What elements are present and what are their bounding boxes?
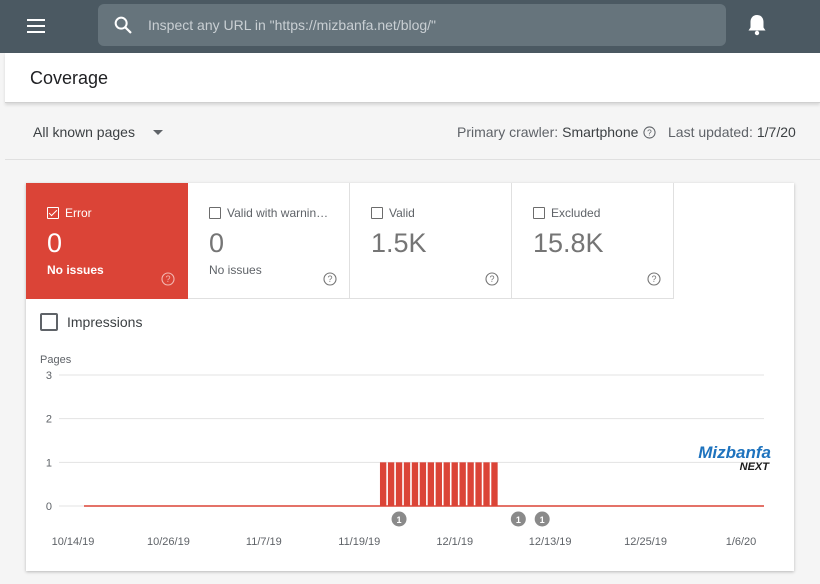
tile-label: Valid with warnin… [227, 206, 329, 220]
svg-text:?: ? [489, 274, 494, 284]
bar[interactable] [459, 462, 466, 506]
bar[interactable] [379, 462, 387, 506]
mizbanfa-watermark-logo: Mizbanfa NEXT [698, 443, 771, 473]
crawler-value: Smartphone [562, 124, 639, 140]
bar[interactable] [443, 462, 450, 506]
notifications-bell-icon[interactable] [745, 12, 769, 38]
x-tick-label: 11/7/19 [246, 536, 282, 548]
bar[interactable] [467, 462, 474, 506]
url-inspect-input[interactable] [148, 4, 708, 46]
page-filter-dropdown[interactable]: All known pages [33, 124, 163, 140]
tile-valid[interactable]: Valid 1.5K ? [350, 183, 512, 299]
bar[interactable] [491, 462, 498, 506]
x-tick-label: 1/6/20 [726, 536, 757, 548]
tile-checkbox[interactable] [371, 207, 383, 219]
bar[interactable] [435, 462, 442, 506]
search-icon[interactable] [112, 14, 134, 36]
x-tick-label: 10/14/19 [52, 536, 95, 548]
bar[interactable] [475, 462, 482, 506]
svg-text:?: ? [327, 274, 332, 284]
bar[interactable] [427, 462, 435, 506]
annotation-marker[interactable]: 1 [510, 511, 526, 527]
primary-crawler-info: Primary crawler: Smartphone ? [457, 124, 656, 140]
x-tick-label: 11/19/19 [338, 536, 380, 548]
tile-count: 1.5K [371, 228, 427, 258]
bar[interactable] [483, 462, 490, 506]
help-icon[interactable]: ? [323, 272, 337, 286]
url-inspect-search-box[interactable] [98, 4, 726, 46]
tile-count: 15.8K [533, 228, 604, 258]
watermark-line2: NEXT [740, 461, 771, 473]
x-tick-label: 12/13/19 [529, 536, 572, 548]
y-axis-label: Pages [40, 354, 72, 366]
y-tick-label: 0 [46, 501, 52, 513]
y-tick-label: 3 [46, 370, 52, 382]
help-icon[interactable]: ? [161, 272, 175, 286]
tile-label: Valid [389, 206, 415, 220]
y-tick-label: 2 [46, 414, 52, 426]
help-icon[interactable]: ? [485, 272, 499, 286]
bar[interactable] [451, 462, 458, 506]
annotation-marker[interactable]: 1 [534, 511, 550, 527]
tile-checkbox[interactable] [209, 207, 221, 219]
x-tick-label: 12/1/19 [436, 536, 473, 548]
tile-valid-with-warnings[interactable]: Valid with warnin… 0 No issues ? [188, 183, 350, 299]
tile-count: 0 [209, 228, 225, 258]
page-filter-value: All known pages [33, 124, 135, 140]
last-updated-info: Last updated: 1/7/20 [668, 124, 796, 140]
help-icon[interactable]: ? [647, 272, 661, 286]
updated-label: Last updated: [668, 124, 753, 140]
coverage-chart: Pages 0 1 2 3 1 1 1 10/14/19 10/26/19 11/7/19 11… [40, 354, 771, 548]
hamburger-menu-icon[interactable] [22, 14, 50, 38]
tile-count: 0 [47, 228, 63, 258]
updated-value: 1/7/20 [756, 124, 796, 140]
bar[interactable] [387, 462, 395, 506]
bar[interactable] [395, 462, 403, 506]
svg-text:1: 1 [516, 515, 521, 525]
tile-excluded[interactable]: Excluded 15.8K ? [512, 183, 674, 299]
status-tiles: Error 0 No issues ? Valid with warnin… 0… [26, 183, 674, 299]
page-title: Coverage [30, 68, 109, 88]
watermark-line1: Mizbanfa [698, 443, 771, 462]
tile-label: Error [65, 206, 92, 220]
annotation-marker[interactable]: 1 [391, 511, 407, 527]
svg-text:?: ? [648, 127, 653, 137]
x-tick-label: 10/26/19 [147, 536, 190, 548]
tile-subtitle: No issues [47, 263, 104, 277]
bar[interactable] [403, 462, 411, 506]
impressions-label: Impressions [67, 314, 143, 330]
top-app-bar [0, 0, 820, 53]
tile-checkbox[interactable] [533, 207, 545, 219]
tile-label: Excluded [551, 206, 601, 220]
page-header: Coverage [5, 53, 820, 103]
tile-checkbox[interactable] [47, 207, 59, 219]
help-icon[interactable]: ? [643, 125, 656, 139]
svg-text:1: 1 [397, 515, 402, 525]
x-tick-label: 12/25/19 [624, 536, 667, 548]
impressions-checkbox[interactable] [40, 313, 58, 331]
y-tick-label: 1 [46, 457, 52, 469]
crawler-label: Primary crawler: [457, 124, 559, 140]
tile-subtitle: No issues [209, 263, 262, 277]
coverage-card: Error 0 No issues ? Valid with warnin… 0… [26, 183, 794, 571]
filter-bar: All known pages Primary crawler: Smartph… [5, 110, 820, 160]
svg-text:?: ? [165, 274, 170, 284]
svg-text:1: 1 [540, 515, 545, 525]
dropdown-arrow-icon [152, 129, 163, 135]
tile-error[interactable]: Error 0 No issues ? [26, 183, 188, 299]
bar[interactable] [419, 462, 427, 506]
svg-text:?: ? [651, 274, 656, 284]
bar[interactable] [411, 462, 419, 506]
impressions-toggle[interactable]: Impressions [40, 313, 142, 331]
